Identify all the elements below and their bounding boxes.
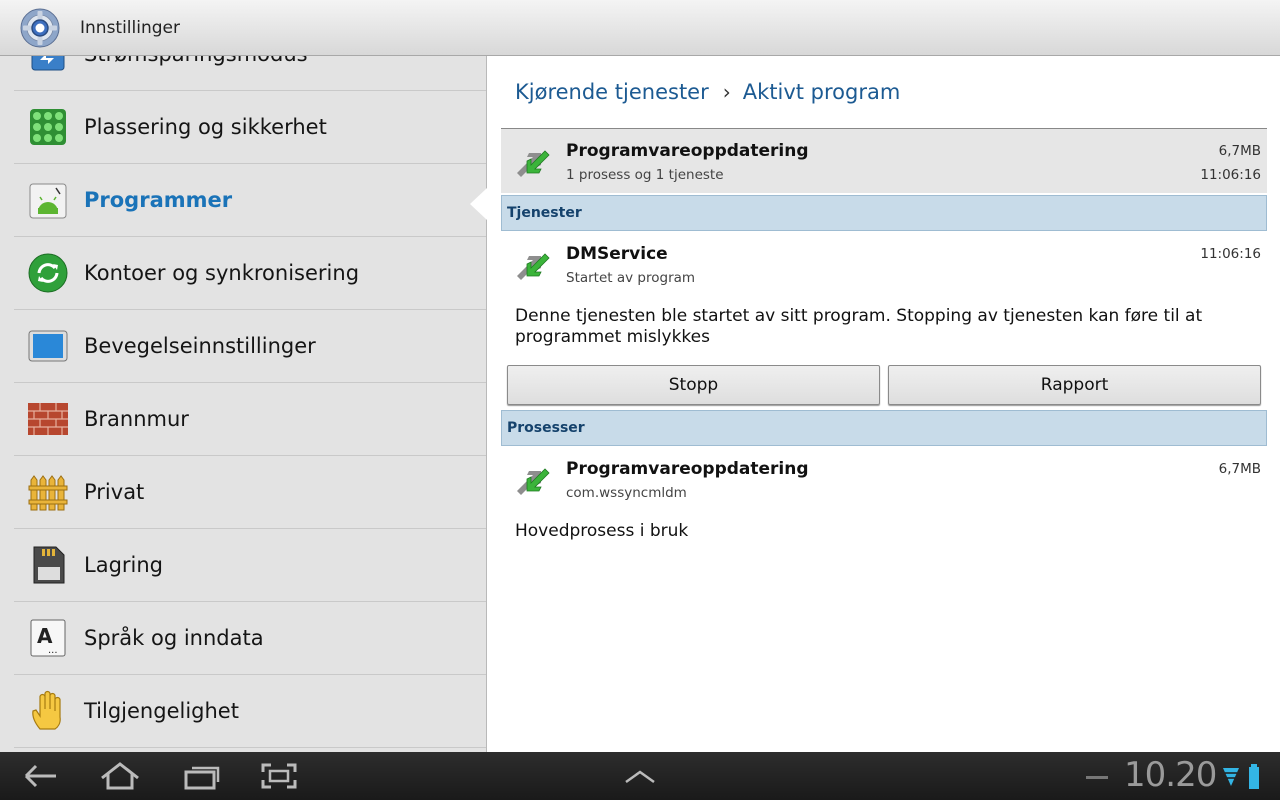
sidebar-item-label: Språk og inndata: [84, 626, 264, 650]
process-package: com.wssyncmldm: [566, 485, 687, 501]
location-grid-icon: [30, 109, 66, 145]
recent-apps-icon[interactable]: [180, 760, 224, 792]
title-bar: Innstillinger: [0, 0, 1280, 56]
detail-panel: Kjørende tjenester › Aktivt program Prog…: [486, 56, 1280, 752]
system-bar: 10.20: [0, 752, 1280, 800]
report-button[interactable]: Rapport: [888, 365, 1261, 405]
power-saving-icon: [31, 56, 65, 71]
sidebar-item-motion-settings[interactable]: Bevegelseinnstillinger: [14, 310, 486, 383]
tablet-icon: [28, 330, 68, 362]
sidebar-item-label: Lagring: [84, 553, 164, 577]
sidebar-item-label: Tilgjengelighet: [84, 699, 239, 723]
sidebar-item-label: Privat: [84, 480, 145, 504]
sidebar-item-location-security[interactable]: Plassering og sikkerhet: [14, 91, 486, 164]
sidebar-item-accessibility[interactable]: Tilgjengelighet: [14, 675, 486, 748]
fence-icon: [28, 475, 68, 511]
app-time: 11:06:16: [1200, 167, 1261, 183]
software-update-icon: [517, 253, 550, 280]
sync-icon: [28, 253, 68, 293]
back-icon[interactable]: [18, 760, 62, 792]
chevron-right-icon: ›: [722, 80, 731, 104]
stop-button[interactable]: Stopp: [507, 365, 880, 405]
breadcrumb-current: Aktivt program: [742, 80, 901, 104]
software-update-icon: [517, 468, 550, 495]
process-name: Programvareoppdatering: [566, 459, 809, 479]
screenshot-icon[interactable]: [257, 760, 301, 792]
sidebar-item-firewall[interactable]: Brannmur: [14, 383, 486, 456]
svg-text:...: ...: [48, 645, 58, 656]
sidebar-item-label: Kontoer og synkronisering: [84, 261, 360, 285]
chevron-up-icon[interactable]: [618, 760, 662, 792]
gear-icon[interactable]: [18, 6, 62, 50]
clock[interactable]: 10.20: [1124, 755, 1217, 795]
service-description: Denne tjenesten ble startet av sitt prog…: [515, 306, 1203, 347]
sidebar-item-label: Programmer: [84, 188, 233, 212]
sd-card-icon: [33, 546, 65, 584]
sidebar-item-storage[interactable]: Lagring: [14, 529, 486, 602]
services-header: Tjenester: [501, 195, 1267, 231]
app-summary-row: Programvareoppdatering 1 prosess og 1 tj…: [501, 129, 1267, 193]
sidebar-item-label: Brannmur: [84, 407, 189, 431]
sidebar-item-language-input[interactable]: A ... Språk og inndata: [14, 602, 486, 675]
service-row: DMService Startet av program 11:06:16: [501, 232, 1267, 296]
process-size: 6,7MB: [1218, 461, 1261, 477]
app-title: Innstillinger: [80, 17, 180, 38]
sidebar-item-label: Bevegelseinnstillinger: [84, 334, 316, 358]
sidebar-item-label: Strømsparingsmodus: [84, 56, 308, 66]
home-icon[interactable]: [98, 760, 142, 792]
sidebar-item-label: Plassering og sikkerhet: [84, 115, 327, 139]
breadcrumb: Kjørende tjenester › Aktivt program: [515, 80, 900, 104]
selection-indicator: [470, 188, 487, 220]
notification-dash-icon: [1086, 776, 1108, 779]
settings-list: Strømsparingsmodus Plassering og sikkerh…: [0, 56, 486, 752]
sidebar-item-power-saving[interactable]: Strømsparingsmodus: [14, 56, 486, 91]
software-update-icon: [517, 150, 550, 177]
sidebar-item-programs[interactable]: Programmer: [14, 164, 486, 237]
app-name: Programvareoppdatering: [566, 141, 809, 161]
hand-icon: [32, 690, 61, 730]
sidebar-item-accounts-sync[interactable]: Kontoer og synkronisering: [14, 237, 486, 310]
keyboard-a-icon: A ...: [30, 619, 66, 657]
service-status: Startet av program: [566, 270, 696, 286]
service-name: DMService: [566, 244, 668, 264]
app-summary: 1 prosess og 1 tjeneste: [566, 167, 724, 183]
breadcrumb-parent[interactable]: Kjørende tjenester: [515, 80, 709, 104]
wifi-icon: [1223, 768, 1239, 786]
process-row: Programvareoppdatering com.wssyncmldm 6,…: [501, 447, 1267, 511]
service-time: 11:06:16: [1200, 246, 1261, 262]
process-status: Hovedprosess i bruk: [515, 521, 689, 541]
app-size: 6,7MB: [1218, 143, 1261, 159]
sidebar-item-private[interactable]: Privat: [14, 456, 486, 529]
android-icon: [29, 183, 67, 219]
brick-wall-icon: [28, 403, 68, 435]
processes-header: Prosesser: [501, 410, 1267, 446]
battery-icon: [1249, 764, 1259, 789]
